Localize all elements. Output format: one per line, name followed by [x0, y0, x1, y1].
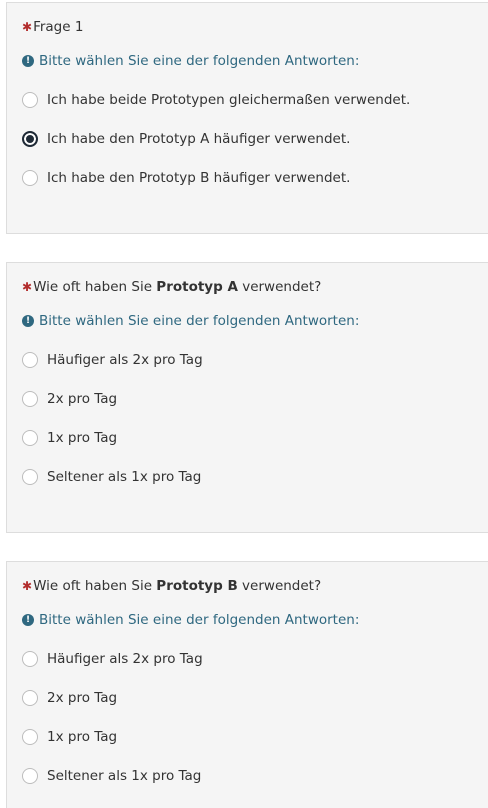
answer-option-label: Seltener als 1x pro Tag: [47, 469, 202, 485]
question-title: ✱Wie oft haben Sie Prototyp A verwendet?: [22, 279, 321, 295]
question-title-prefix: Wie oft haben Sie: [33, 578, 157, 594]
answer-option-label: Häufiger als 2x pro Tag: [47, 352, 203, 368]
radio-button[interactable]: [22, 690, 38, 706]
radio-button[interactable]: [22, 729, 38, 745]
question-title-prefix: Wie oft haben Sie: [33, 279, 157, 295]
help-text: ! Bitte wählen Sie eine der folgenden An…: [22, 612, 359, 628]
answer-option[interactable]: 1x pro Tag: [22, 729, 117, 745]
answer-option-label: 1x pro Tag: [47, 430, 118, 446]
help-text: ! Bitte wählen Sie eine der folgenden An…: [22, 53, 359, 69]
help-text-label: Bitte wählen Sie eine der folgenden Antw…: [39, 53, 360, 69]
radio-button[interactable]: [22, 170, 38, 186]
answer-option[interactable]: Häufiger als 2x pro Tag: [22, 352, 203, 368]
help-text-label: Bitte wählen Sie eine der folgenden Antw…: [39, 612, 360, 628]
answer-option-label: Seltener als 1x pro Tag: [47, 768, 202, 784]
answer-option-label: 1x pro Tag: [47, 729, 118, 745]
answer-option[interactable]: Seltener als 1x pro Tag: [22, 768, 201, 784]
answer-option[interactable]: Häufiger als 2x pro Tag: [22, 651, 203, 667]
radio-button[interactable]: [22, 469, 38, 485]
radio-button[interactable]: [22, 651, 38, 667]
exclamation-icon: !: [22, 55, 34, 67]
help-text: ! Bitte wählen Sie eine der folgenden An…: [22, 313, 359, 329]
question-card-2: ✱Wie oft haben Sie Prototyp A verwendet?…: [6, 262, 488, 533]
question-title-text: Frage 1: [33, 19, 84, 35]
radio-button[interactable]: [22, 430, 38, 446]
question-title-bold: Prototyp A: [156, 279, 238, 295]
required-asterisk-icon: ✱: [22, 579, 33, 593]
answer-option[interactable]: 2x pro Tag: [22, 391, 117, 407]
exclamation-icon: !: [22, 315, 34, 327]
help-text-label: Bitte wählen Sie eine der folgenden Antw…: [39, 313, 360, 329]
answer-option-label: Ich habe den Prototyp A häufiger verwend…: [47, 131, 351, 147]
answer-option-label: Ich habe den Prototyp B häufiger verwend…: [47, 170, 351, 186]
radio-button[interactable]: [22, 768, 38, 784]
answer-option-label: Ich habe beide Prototypen gleichermaßen …: [47, 92, 411, 108]
answer-option[interactable]: 1x pro Tag: [22, 430, 117, 446]
answer-option[interactable]: Ich habe den Prototyp B häufiger verwend…: [22, 170, 350, 186]
question-card-3: ✱Wie oft haben Sie Prototyp B verwendet?…: [6, 561, 488, 808]
question-title-suffix: verwendet?: [237, 279, 322, 295]
answer-option[interactable]: 2x pro Tag: [22, 690, 117, 706]
question-card-1: ✱Frage 1 ! Bitte wählen Sie eine der fol…: [6, 2, 488, 234]
answer-option[interactable]: Ich habe den Prototyp A häufiger verwend…: [22, 131, 350, 147]
question-title-suffix: verwendet?: [237, 578, 322, 594]
answer-option[interactable]: Ich habe beide Prototypen gleichermaßen …: [22, 92, 410, 108]
radio-button-checked[interactable]: [22, 131, 38, 147]
answer-option-label: Häufiger als 2x pro Tag: [47, 651, 203, 667]
answer-option[interactable]: Seltener als 1x pro Tag: [22, 469, 201, 485]
exclamation-icon: !: [22, 614, 34, 626]
radio-button[interactable]: [22, 391, 38, 407]
survey-page: ✱Frage 1 ! Bitte wählen Sie eine der fol…: [0, 0, 488, 808]
answer-option-label: 2x pro Tag: [47, 391, 118, 407]
required-asterisk-icon: ✱: [22, 20, 33, 34]
question-title: ✱Wie oft haben Sie Prototyp B verwendet?: [22, 578, 321, 594]
radio-button[interactable]: [22, 352, 38, 368]
question-title-bold: Prototyp B: [156, 578, 238, 594]
radio-button[interactable]: [22, 92, 38, 108]
answer-option-label: 2x pro Tag: [47, 690, 118, 706]
required-asterisk-icon: ✱: [22, 280, 33, 294]
question-title: ✱Frage 1: [22, 19, 83, 35]
